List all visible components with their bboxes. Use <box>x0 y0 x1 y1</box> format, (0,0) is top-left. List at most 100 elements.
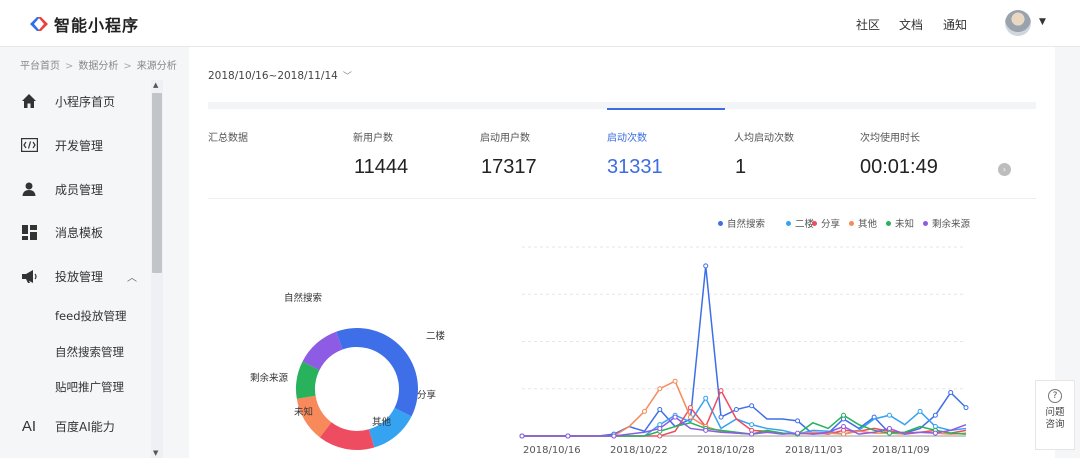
legend-dot <box>812 220 817 226</box>
legend-item[interactable]: 二楼 <box>786 216 814 230</box>
metric-duration-value: 00:01:49 <box>860 156 938 178</box>
x-tick-label: 2018/11/09 <box>872 445 930 456</box>
sidebar-item-ai[interactable]: AI 百度AI能力 <box>0 411 150 441</box>
data-point[interactable] <box>519 433 525 439</box>
nav-notifications-link[interactable]: 通知 <box>943 16 967 33</box>
data-point[interactable] <box>749 422 755 428</box>
chevron-up-icon[interactable]: ︿ <box>127 269 137 284</box>
sidebar-item-dev[interactable]: 开发管理 <box>0 130 150 160</box>
legend-dot <box>849 220 854 226</box>
sidebar-item-label: 小程序首页 <box>55 94 116 109</box>
app-logo[interactable]: 智能小程序 <box>28 12 139 36</box>
data-point[interactable] <box>611 433 617 439</box>
legend-item[interactable]: 其他 <box>849 216 877 230</box>
metric-new-users-label[interactable]: 新用户数 <box>353 129 393 144</box>
caret-down-icon[interactable]: ▼ <box>1039 17 1046 27</box>
data-point[interactable] <box>948 390 954 396</box>
app-logo-icon <box>28 13 50 35</box>
legend-item[interactable]: 自然搜索 <box>718 216 765 230</box>
sidebar-subitem-feed[interactable]: feed投放管理 <box>55 308 127 324</box>
donut-slice[interactable] <box>336 328 418 417</box>
sidebar-item-ads[interactable]: 投放管理 ︿ <box>0 261 150 291</box>
legend-item[interactable]: 未知 <box>886 216 914 230</box>
sidebar-item-label: 百度AI能力 <box>55 419 115 434</box>
sidebar-subitem-tieba[interactable]: 贴吧推广管理 <box>55 379 124 395</box>
data-point[interactable] <box>795 418 801 424</box>
x-tick-label: 2018/10/28 <box>697 445 755 456</box>
trend-line-chart <box>519 246 969 439</box>
data-point[interactable] <box>672 414 678 420</box>
source-donut-chart <box>296 328 418 450</box>
sidebar-scroll-thumb[interactable] <box>152 93 162 273</box>
series-line <box>522 380 967 437</box>
help-label-line1: 问题 <box>1045 407 1065 418</box>
sidebar-item-members[interactable]: 成员管理 <box>0 174 150 204</box>
data-point[interactable] <box>963 405 969 411</box>
home-icon <box>20 92 38 110</box>
data-point[interactable] <box>917 408 923 414</box>
sidebar: 平台首页 > 数据分析 > 来源分析 小程序首页 开发管理 成员管理 消息模板 投放管理… <box>0 47 177 458</box>
metric-launch-count-label[interactable]: 启动次数 <box>607 129 647 144</box>
breadcrumb-separator-icon: > <box>65 61 74 72</box>
data-point[interactable] <box>687 405 693 411</box>
data-point[interactable] <box>886 425 892 431</box>
sidebar-subitem-search[interactable]: 自然搜索管理 <box>55 344 124 360</box>
nav-community-link[interactable]: 社区 <box>856 16 880 33</box>
summary-label: 汇总数据 <box>208 133 248 144</box>
data-point[interactable] <box>795 430 801 436</box>
legend-item[interactable]: 剩余来源 <box>923 216 970 230</box>
data-point[interactable] <box>886 430 892 436</box>
divider <box>208 198 1036 199</box>
megaphone-icon <box>20 267 38 285</box>
metric-avg-launch-label[interactable]: 人均启动次数 <box>734 129 794 144</box>
help-consult-button[interactable]: ? 问题 咨询 <box>1035 380 1075 450</box>
scroll-up-icon[interactable]: ▲ <box>153 81 158 89</box>
data-point[interactable] <box>749 403 755 409</box>
metric-duration-label[interactable]: 次均使用时长 <box>860 129 920 144</box>
breadcrumb-analytics[interactable]: 数据分析 <box>78 61 118 72</box>
next-metrics-button[interactable]: › <box>998 163 1011 176</box>
date-range-value: 2018/10/16~2018/11/14 <box>208 70 338 82</box>
data-point[interactable] <box>932 412 938 418</box>
data-point[interactable] <box>703 395 709 401</box>
data-point[interactable] <box>657 407 663 413</box>
data-point[interactable] <box>703 427 709 433</box>
data-point[interactable] <box>932 430 938 436</box>
breadcrumb-home[interactable]: 平台首页 <box>20 61 60 72</box>
legend-dot <box>786 220 791 226</box>
legend-dot <box>886 220 891 226</box>
metric-launch-users-value: 17317 <box>481 156 537 178</box>
data-point[interactable] <box>657 425 663 431</box>
scroll-down-icon[interactable]: ▼ <box>153 449 158 457</box>
data-point[interactable] <box>886 412 892 418</box>
data-point[interactable] <box>749 431 755 437</box>
avatar[interactable] <box>1005 10 1031 36</box>
donut-slice[interactable] <box>302 331 343 371</box>
data-point[interactable] <box>657 433 663 439</box>
sidebar-item-home[interactable]: 小程序首页 <box>0 86 150 116</box>
data-point[interactable] <box>718 414 724 420</box>
data-point[interactable] <box>672 378 678 384</box>
date-range-picker[interactable]: 2018/10/16~2018/11/14 ﹀ <box>208 69 352 82</box>
metric-launch-users-label[interactable]: 启动用户数 <box>480 129 530 144</box>
data-point[interactable] <box>841 412 847 418</box>
data-point[interactable] <box>641 408 647 414</box>
breadcrumb: 平台首页 > 数据分析 > 来源分析 <box>20 57 177 72</box>
metric-new-users-value: 11444 <box>354 156 409 178</box>
data-point[interactable] <box>565 433 571 439</box>
chevron-down-icon: ﹀ <box>342 72 352 82</box>
data-point[interactable] <box>687 414 693 420</box>
legend-label: 未知 <box>895 219 915 230</box>
top-header: 智能小程序 社区 文档 通知 ▼ <box>0 0 1080 47</box>
app-name: 智能小程序 <box>54 16 140 35</box>
data-point[interactable] <box>841 424 847 430</box>
data-point[interactable] <box>657 386 663 392</box>
data-point[interactable] <box>733 407 739 413</box>
legend-item[interactable]: 分享 <box>812 216 840 230</box>
nav-docs-link[interactable]: 文档 <box>899 16 923 33</box>
data-point[interactable] <box>718 388 724 394</box>
sidebar-item-label: 开发管理 <box>55 138 104 153</box>
sidebar-item-templates[interactable]: 消息模板 <box>0 217 150 247</box>
data-point[interactable] <box>841 431 847 437</box>
data-point[interactable] <box>703 263 709 269</box>
